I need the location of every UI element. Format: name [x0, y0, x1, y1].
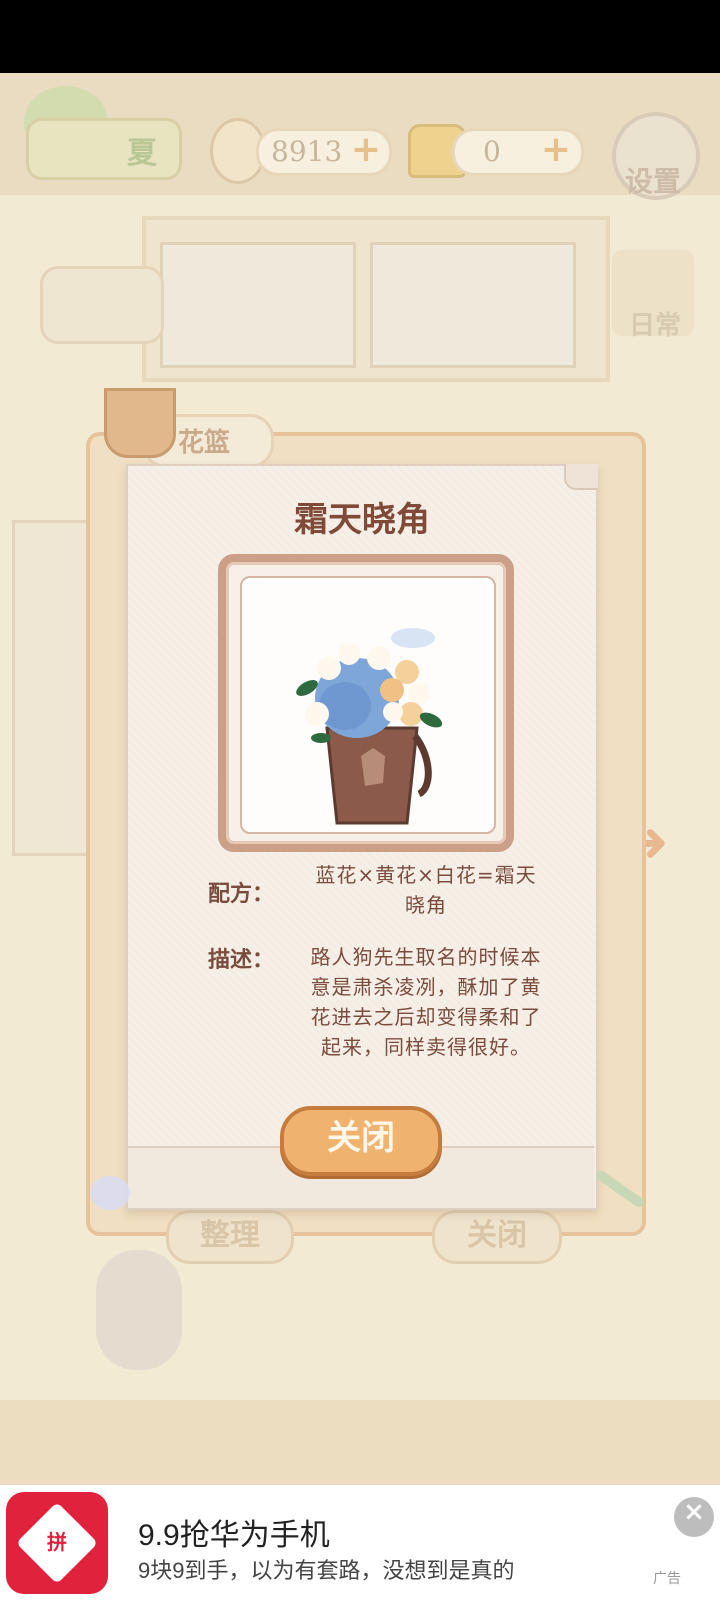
card-title: 霜天晓角 — [294, 500, 430, 540]
frame-inner — [240, 576, 496, 834]
status-bar — [0, 0, 720, 73]
ad-subtitle[interactable]: 9块9到手，以为有套路，没想到是真的 — [138, 1553, 514, 1585]
bouquet-icon — [296, 628, 443, 825]
cheese-count: 0 — [483, 135, 501, 168]
formula-label: 配方： — [208, 882, 275, 907]
fish-counter: 8913 + — [256, 128, 392, 176]
close-button[interactable]: 关闭 — [280, 1106, 442, 1176]
add-cheese-button[interactable]: + — [539, 132, 573, 169]
season-label: 夏 — [127, 136, 157, 171]
ad-title[interactable]: 9.9抢华为手机 — [138, 1510, 330, 1554]
background-close-button[interactable]: 关闭 — [432, 1210, 562, 1264]
description-text: 路人狗先生取名的时候本意是肃杀凌冽，酥加了黄花进去之后却变得柔和了起来，同样卖得… — [310, 945, 542, 1059]
shelf-slot-left — [160, 242, 356, 368]
ad-close-icon[interactable]: × — [674, 1497, 714, 1537]
organize-button[interactable]: 整理 — [166, 1210, 294, 1264]
floor — [0, 1400, 720, 1485]
left-cabinet — [12, 520, 94, 856]
bouquet-frame — [218, 554, 514, 852]
recipe-card: 霜天晓角 配方： 蓝花×黄花×白花=霜天晓角 描述： 路人狗先生取名的时候本意是… — [126, 464, 598, 1210]
paper-curl-top — [564, 464, 598, 490]
fish-count: 8913 — [271, 135, 343, 168]
video-play-button[interactable] — [40, 266, 164, 344]
basket-label: 花篮 — [178, 428, 231, 458]
raccoon-character — [96, 1250, 182, 1370]
basket-icon — [104, 388, 176, 458]
ad-logo[interactable]: 拼 — [6, 1492, 108, 1594]
ad-logo-text: 拼 — [47, 1530, 67, 1554]
add-fish-button[interactable]: + — [349, 132, 383, 169]
ad-tag: 广告 — [653, 1571, 681, 1587]
formula-value: 蓝花×黄花×白花=霜天晓角 — [315, 863, 537, 917]
shelf-slot-right — [370, 242, 576, 368]
description-label: 描述： — [208, 948, 275, 973]
butterfly-icon — [90, 1176, 130, 1210]
cheese-counter: 0 + — [452, 128, 584, 176]
daily-label: 日常 — [628, 311, 681, 341]
settings-label: 设置 — [624, 165, 681, 198]
